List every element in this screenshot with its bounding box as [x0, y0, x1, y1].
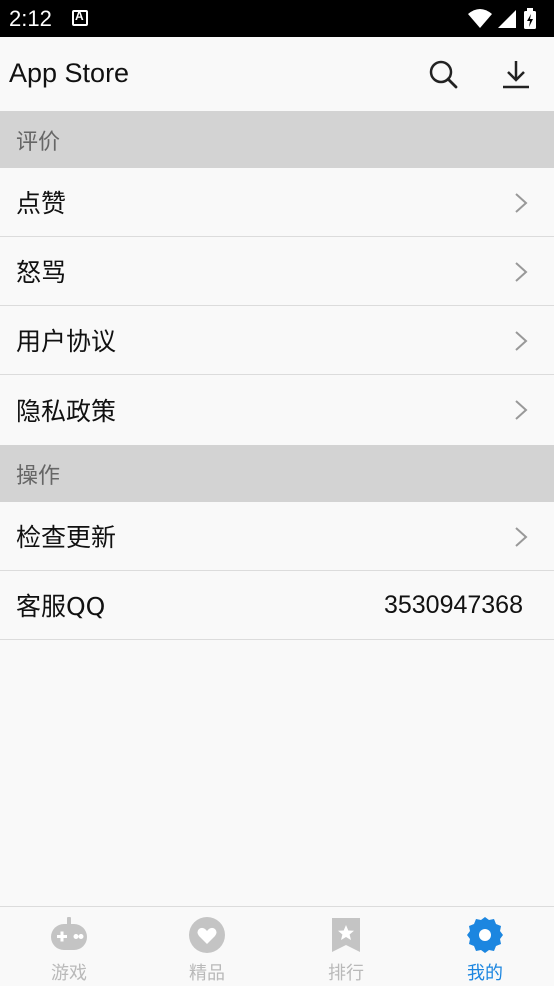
app-title: App Store [9, 58, 130, 88]
notification-icon: A [72, 9, 88, 26]
nav-tab-featured[interactable]: 精品 [138, 907, 276, 986]
download-button[interactable] [496, 54, 536, 94]
wifi-icon [468, 9, 492, 28]
chevron-right-icon [515, 527, 528, 547]
chevron-right-icon [515, 262, 528, 282]
nav-tab-ranking[interactable]: 排行 [277, 907, 415, 986]
signal-icon [498, 10, 516, 28]
nav-tab-mine[interactable]: 我的 [416, 907, 554, 986]
chevron-right-icon [515, 193, 528, 213]
list-item-check-update[interactable]: 检查更新 [0, 502, 554, 571]
section-header-rating: 评价 [0, 111, 554, 168]
nav-label: 游戏 [51, 963, 87, 984]
chevron-right-icon [515, 400, 528, 420]
support-qq-number: 3530947368 [383, 591, 523, 619]
list-item-user-agreement[interactable]: 用户协议 [0, 306, 554, 375]
status-icons [468, 8, 536, 29]
nav-label: 我的 [467, 963, 503, 984]
bookmark-star-icon [332, 918, 360, 952]
list-item-label: 检查更新 [16, 523, 117, 552]
list-item-support-qq[interactable]: 客服QQ 3530947368 [0, 571, 554, 640]
list-item-scold[interactable]: 怒骂 [0, 237, 554, 306]
nav-tab-games[interactable]: 游戏 [0, 907, 138, 986]
gamepad-icon [51, 917, 87, 950]
status-bar: 2:12 A [0, 0, 554, 37]
nav-label: 排行 [328, 963, 364, 984]
download-icon [503, 61, 529, 89]
list-item-label: 隐私政策 [16, 396, 117, 426]
nav-label: 精品 [189, 963, 225, 984]
section-header-actions: 操作 [0, 445, 554, 502]
search-icon [429, 60, 458, 89]
battery-icon [524, 8, 536, 29]
list-item-label: 用户协议 [16, 327, 117, 356]
heart-icon [189, 917, 225, 953]
list-item-privacy-policy[interactable]: 隐私政策 [0, 375, 554, 444]
support-label: 客服QQ [16, 592, 106, 621]
list-item-label: 怒骂 [16, 258, 67, 287]
chevron-right-icon [515, 331, 528, 351]
app-bar: App Store [0, 37, 554, 111]
search-button[interactable] [423, 54, 463, 94]
list-item-label: 点赞 [16, 189, 67, 218]
gear-icon [467, 917, 503, 953]
list-item-like[interactable]: 点赞 [0, 168, 554, 237]
status-time: 2:12 [9, 6, 52, 31]
bottom-nav: 游戏 精品 排行 我的 [0, 906, 554, 985]
